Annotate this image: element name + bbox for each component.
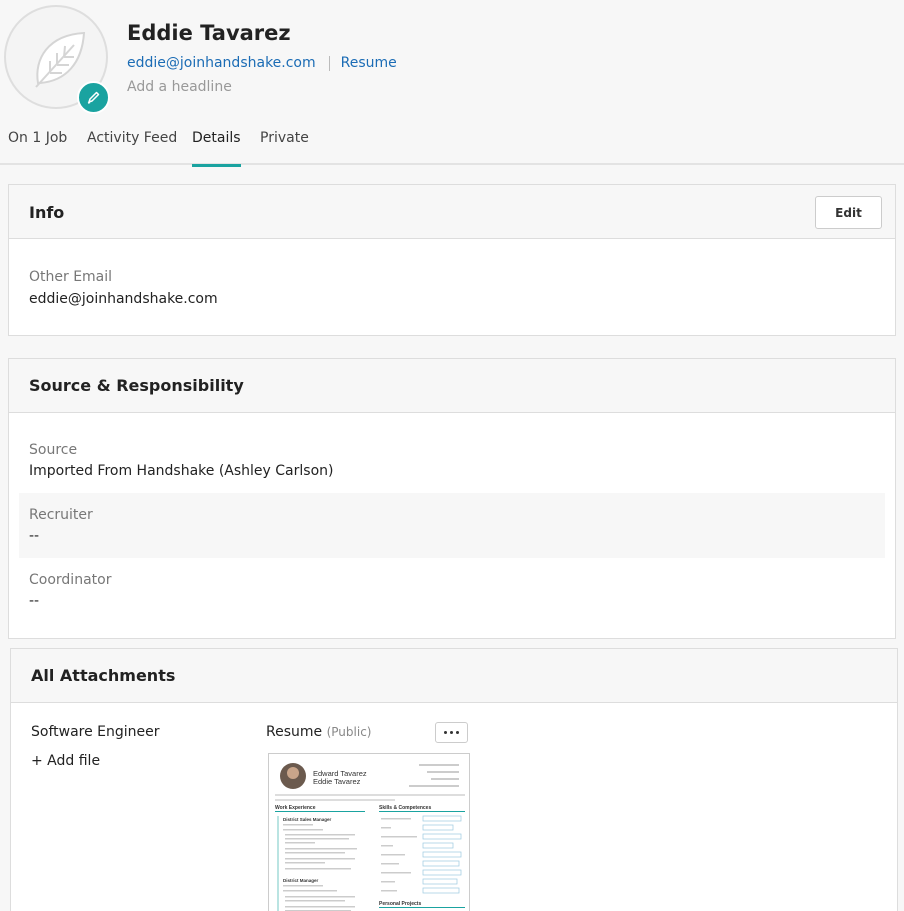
recruiter-value: -- [29, 528, 40, 544]
add-file-link[interactable]: + Add file [31, 753, 100, 769]
resume-preview-image: Edward Tavarez Eddie Tavarez Work Experi… [275, 763, 465, 911]
tab-activity-feed[interactable]: Activity Feed [87, 130, 177, 165]
source-card: Source & Responsibility Source Imported … [8, 358, 896, 639]
recruiter-row[interactable]: Recruiter -- [19, 493, 885, 558]
resume-link[interactable]: Resume [341, 55, 397, 71]
edit-avatar-button[interactable] [77, 81, 110, 114]
file-visibility: (Public) [326, 725, 372, 739]
resume-thumbnail[interactable]: Edward Tavarez Eddie Tavarez Work Experi… [268, 753, 470, 911]
thumb-job-2: District Manager [283, 878, 319, 883]
source-value: Imported From Handshake (Ashley Carlson) [29, 463, 334, 479]
thumb-job-1: District Sales Manager [283, 817, 332, 822]
info-card-title: Info [29, 203, 65, 222]
leaf-icon [35, 31, 86, 88]
edit-button[interactable]: Edit [815, 196, 882, 229]
source-card-title: Source & Responsibility [29, 376, 244, 395]
recruiter-label: Recruiter [29, 507, 93, 523]
tab-private[interactable]: Private [260, 130, 309, 165]
coordinator-value: -- [29, 593, 40, 609]
source-card-header: Source & Responsibility [9, 359, 895, 413]
thumb-section-left: Work Experience [275, 805, 316, 811]
email-link[interactable]: eddie@joinhandshake.com [127, 55, 316, 71]
other-email-label: Other Email [29, 269, 113, 285]
other-email-value[interactable]: eddie@joinhandshake.com [29, 291, 218, 307]
avatar[interactable] [4, 5, 110, 114]
attachments-card: All Attachments Software Engineer + Add … [10, 648, 898, 911]
thumb-section-right-2: Personal Projects [379, 901, 421, 907]
source-label: Source [29, 442, 78, 458]
file-name[interactable]: Resume [266, 724, 322, 740]
tab-jobs[interactable]: On 1 Job [8, 130, 67, 165]
info-card-header: Info Edit [9, 185, 895, 239]
contact-row: eddie@joinhandshake.com Resume [127, 55, 397, 71]
tab-details[interactable]: Details [192, 130, 241, 167]
pencil-icon [87, 91, 100, 104]
coordinator-label: Coordinator [29, 572, 112, 588]
thumb-section-right: Skills & Competences [379, 805, 431, 811]
attachments-card-header: All Attachments [11, 649, 897, 703]
attachments-card-title: All Attachments [31, 666, 176, 685]
more-options-button[interactable] [435, 722, 468, 743]
thumb-name-2: Eddie Tavarez [313, 777, 361, 786]
candidate-name: Eddie Tavarez [127, 21, 291, 45]
attachment-file-title: Resume (Public) [266, 724, 371, 740]
tab-bar: On 1 Job Activity Feed Details Private [0, 126, 904, 167]
ellipsis-icon [444, 731, 447, 734]
info-card: Info Edit Other Email eddie@joinhandshak… [8, 184, 896, 336]
divider [328, 55, 330, 71]
attachment-job-name: Software Engineer [31, 724, 160, 740]
headline-placeholder[interactable]: Add a headline [127, 79, 232, 95]
